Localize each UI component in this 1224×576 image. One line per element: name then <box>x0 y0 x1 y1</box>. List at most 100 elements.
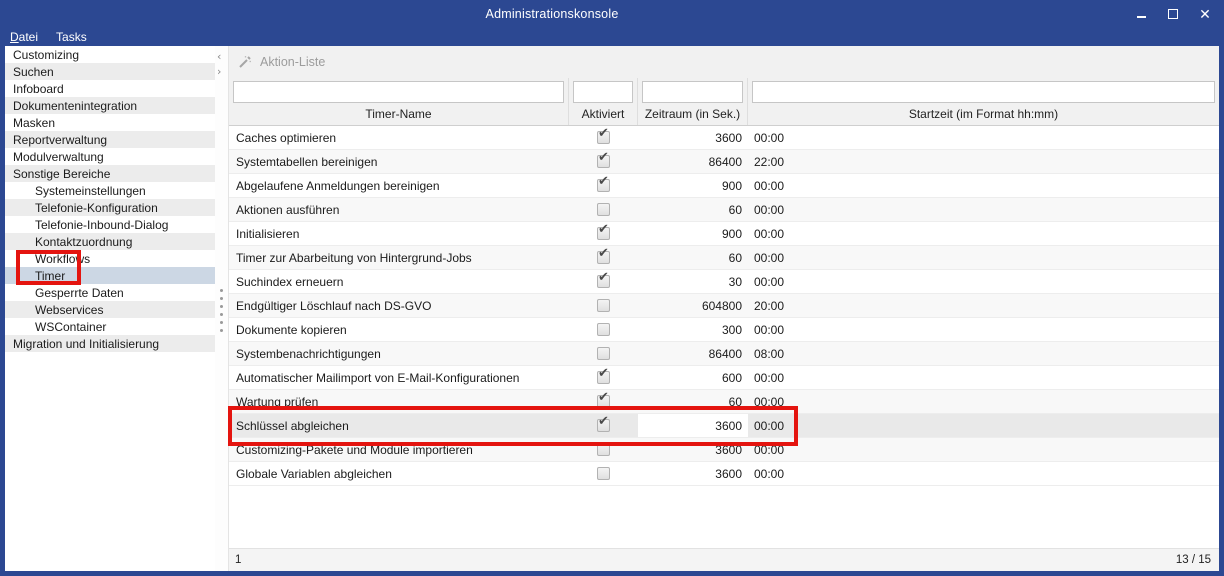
table-row[interactable]: Caches optimieren✔360000:00 <box>229 126 1219 150</box>
cell-timer-name: Schlüssel abgleichen <box>229 419 569 433</box>
cell-zeitraum: 86400 <box>638 342 748 365</box>
checkbox-unchecked-icon[interactable]: ✔ <box>597 323 610 336</box>
menu-item-datei[interactable]: Datei <box>10 30 38 44</box>
checkmark-icon: ✔ <box>598 246 609 261</box>
table-row[interactable]: Wartung prüfen✔6000:00 <box>229 390 1219 414</box>
header-cell-startzeit[interactable]: Startzeit (im Format hh:mm) <box>748 78 1219 125</box>
checkbox-checked-icon[interactable]: ✔ <box>597 227 610 240</box>
sidebar-item-sonstige-bereiche[interactable]: Sonstige Bereiche <box>5 165 215 182</box>
cell-timer-name: Customizing-Pakete und Module importiere… <box>229 443 569 457</box>
table-row[interactable]: Suchindex erneuern✔3000:00 <box>229 270 1219 294</box>
sidebar-item-infoboard[interactable]: Infoboard <box>5 80 215 97</box>
sidebar-item-dokumentenintegration[interactable]: Dokumentenintegration <box>5 97 215 114</box>
checkbox-unchecked-icon[interactable]: ✔ <box>597 443 610 456</box>
cell-aktiviert: ✔ <box>569 414 638 437</box>
cell-timer-name: Dokumente kopieren <box>229 323 569 337</box>
sidebar-item-workflows[interactable]: Workflows <box>5 250 215 267</box>
checkmark-icon: ✔ <box>598 390 609 405</box>
column-label-startzeit[interactable]: Startzeit (im Format hh:mm) <box>748 107 1219 121</box>
wand-icon <box>237 55 252 70</box>
sidebar-item-timer[interactable]: Timer <box>5 267 215 284</box>
checkbox-unchecked-icon[interactable]: ✔ <box>597 467 610 480</box>
checkbox-checked-icon[interactable]: ✔ <box>597 371 610 384</box>
close-button[interactable]: ✕ <box>1196 5 1214 23</box>
header-cell-zeitraum[interactable]: Zeitraum (in Sek.) <box>638 78 748 125</box>
sidebar-item-gesperrte-daten[interactable]: Gesperrte Daten <box>5 284 215 301</box>
table-row[interactable]: Schlüssel abgleichen✔360000:00 <box>229 414 1219 438</box>
sidebar-item-telefonie-konfiguration[interactable]: Telefonie-Konfiguration <box>5 199 215 216</box>
sidebar-item-suchen[interactable]: Suchen <box>5 63 215 80</box>
checkbox-checked-icon[interactable]: ✔ <box>597 419 610 432</box>
column-label-timer-name[interactable]: Timer-Name <box>229 107 568 121</box>
sidebar-item-telefonie-inbound-dialog[interactable]: Telefonie-Inbound-Dialog <box>5 216 215 233</box>
checkbox-checked-icon[interactable]: ✔ <box>597 275 610 288</box>
cell-aktiviert: ✔ <box>569 318 638 341</box>
column-label-aktiviert[interactable]: Aktiviert <box>569 107 637 121</box>
collapse-left-icon[interactable]: ‹ <box>217 51 221 62</box>
header-cell-aktiviert[interactable]: Aktiviert <box>569 78 638 125</box>
table-row[interactable]: Abgelaufene Anmeldungen bereinigen✔90000… <box>229 174 1219 198</box>
table-row[interactable]: Systemtabellen bereinigen✔8640022:00 <box>229 150 1219 174</box>
window-body: CustomizingSuchenInfoboardDokumenteninte… <box>5 46 1219 571</box>
filter-input-startzeit[interactable] <box>752 81 1215 103</box>
cell-timer-name: Globale Variablen abgleichen <box>229 467 569 481</box>
sidebar-splitter[interactable]: ‹ › <box>215 46 228 571</box>
table-row[interactable]: Endgültiger Löschlauf nach DS-GVO ✔ 604800… <box>229 294 1219 318</box>
sidebar-item-label: Customizing <box>13 48 79 62</box>
statusbar-row-count: 13 / 15 <box>1176 554 1211 566</box>
sidebar-item-migration-und-initialisierung[interactable]: Migration und Initialisierung <box>5 335 215 352</box>
filter-input-aktiviert[interactable] <box>573 81 633 103</box>
column-label-zeitraum[interactable]: Zeitraum (in Sek.) <box>638 107 747 121</box>
splitter-grip-icon[interactable] <box>220 289 223 337</box>
titlebar: Administrationskonsole ✕ <box>0 0 1224 28</box>
table-row[interactable]: Dokumente kopieren✔30000:00 <box>229 318 1219 342</box>
table-row[interactable]: Aktionen ausführen✔6000:00 <box>229 198 1219 222</box>
filter-input-zeitraum[interactable] <box>642 81 743 103</box>
filter-input-timer-name[interactable] <box>233 81 564 103</box>
minimize-icon <box>1137 16 1146 18</box>
sidebar-item-wscontainer[interactable]: WSContainer <box>5 318 215 335</box>
checkbox-checked-icon[interactable]: ✔ <box>597 395 610 408</box>
cell-startzeit: 08:00 <box>748 347 1219 361</box>
table-row[interactable]: Timer zur Abarbeitung von Hintergrund-Jo… <box>229 246 1219 270</box>
cell-timer-name: Caches optimieren <box>229 131 569 145</box>
table-row[interactable]: Automatischer Mailimport von E-Mail-Konf… <box>229 366 1219 390</box>
checkbox-checked-icon[interactable]: ✔ <box>597 155 610 168</box>
cell-zeitraum: 604800 <box>638 294 748 317</box>
header-cell-timer-name[interactable]: Timer-Name <box>229 78 569 125</box>
checkbox-unchecked-icon[interactable]: ✔ <box>597 203 610 216</box>
sidebar-item-label: Systemeinstellungen <box>35 184 146 198</box>
table-row[interactable]: Initialisieren✔90000:00 <box>229 222 1219 246</box>
cell-zeitraum: 86400 <box>638 150 748 173</box>
checkbox-checked-icon[interactable]: ✔ <box>597 131 610 144</box>
sidebar-item-modulverwaltung[interactable]: Modulverwaltung <box>5 148 215 165</box>
window-controls: ✕ <box>1132 0 1214 28</box>
cell-startzeit: 00:00 <box>748 467 1219 481</box>
minimize-button[interactable] <box>1132 5 1150 23</box>
checkbox-unchecked-icon[interactable]: ✔ <box>597 347 610 360</box>
sidebar-item-label: Timer <box>35 269 65 283</box>
cell-aktiviert: ✔ <box>569 222 638 245</box>
main-content: Aktion-Liste Timer-Name Aktiviert Zeitra… <box>228 46 1219 571</box>
sidebar-item-reportverwaltung[interactable]: Reportverwaltung <box>5 131 215 148</box>
checkbox-checked-icon[interactable]: ✔ <box>597 179 610 192</box>
checkbox-unchecked-icon[interactable]: ✔ <box>597 299 610 312</box>
cell-startzeit: 00:00 <box>748 179 1219 193</box>
table-row[interactable]: Systembenachrichtigungen✔8640008:00 <box>229 342 1219 366</box>
maximize-button[interactable] <box>1164 5 1182 23</box>
sidebar-item-label: Reportverwaltung <box>13 133 107 147</box>
sidebar-item-customizing[interactable]: Customizing <box>5 46 215 63</box>
table-row[interactable]: Customizing-Pakete und Module importiere… <box>229 438 1219 462</box>
cell-startzeit: 22:00 <box>748 155 1219 169</box>
cell-timer-name: Wartung prüfen <box>229 395 569 409</box>
menu-item-tasks[interactable]: Tasks <box>56 30 87 44</box>
checkbox-checked-icon[interactable]: ✔ <box>597 251 610 264</box>
sidebar-item-webservices[interactable]: Webservices <box>5 301 215 318</box>
table-row[interactable]: Globale Variablen abgleichen✔360000:00 <box>229 462 1219 486</box>
cell-timer-name: Endgültiger Löschlauf nach DS-GVO <box>229 299 569 313</box>
sidebar-item-label: Webservices <box>35 303 103 317</box>
sidebar-item-systemeinstellungen[interactable]: Systemeinstellungen <box>5 182 215 199</box>
sidebar-item-kontaktzuordnung[interactable]: Kontaktzuordnung <box>5 233 215 250</box>
sidebar-item-masken[interactable]: Masken <box>5 114 215 131</box>
expand-right-icon[interactable]: › <box>217 66 221 77</box>
